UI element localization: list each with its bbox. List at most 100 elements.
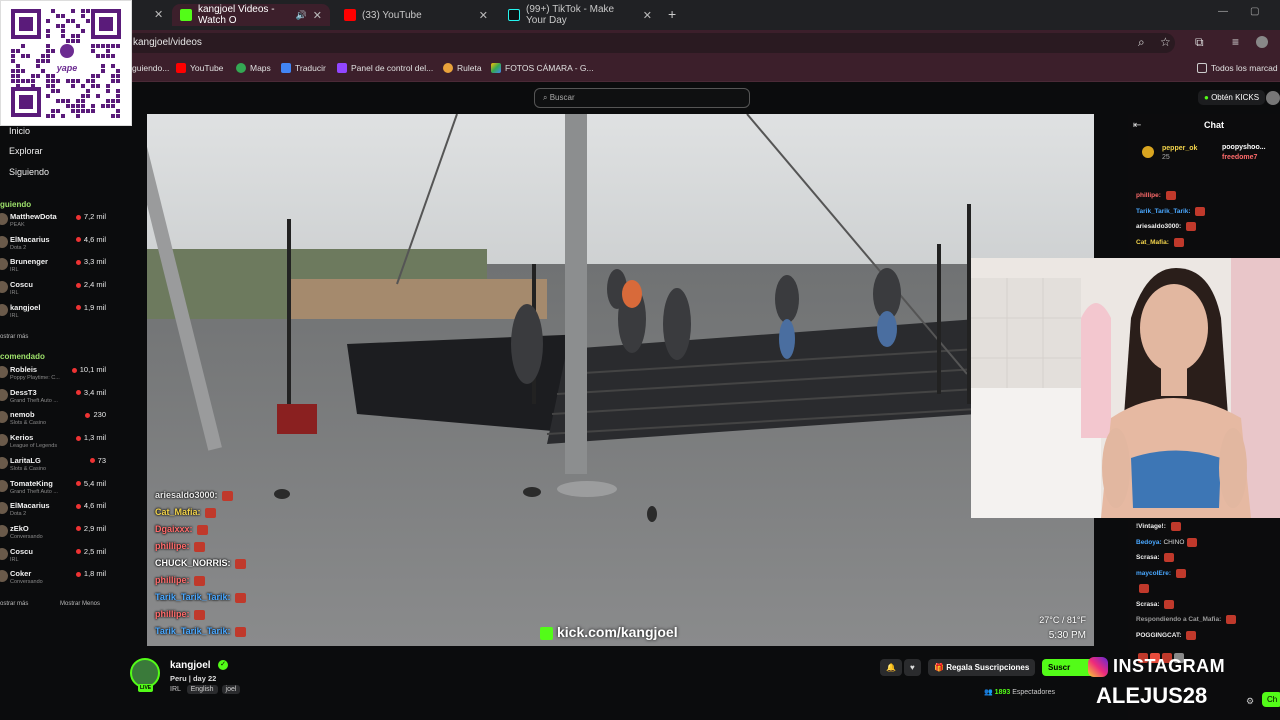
- sidebar-channel-laritalg[interactable]: LaritaLG Slots & Casino 73: [0, 455, 108, 477]
- channel-category: IRL: [10, 312, 19, 319]
- channel-name: Coker: [10, 569, 32, 579]
- channel-viewers: 2,5 mil: [76, 547, 106, 556]
- bookmark-item[interactable]: Ruleta: [443, 63, 482, 73]
- tab-tiktok[interactable]: (99+) TikTok - Make Your Day ✕: [500, 4, 660, 26]
- url-field[interactable]: kangjoel/videos: [125, 33, 1175, 53]
- bookmark-item[interactable]: Panel de control del...: [337, 63, 433, 73]
- bookmark-item[interactable]: guiendo...: [132, 63, 169, 73]
- channel-category: PEAK: [10, 222, 25, 228]
- media-control-icon[interactable]: ≡: [1232, 35, 1239, 49]
- maximize-icon[interactable]: ▢: [1250, 6, 1259, 17]
- chat-username[interactable]: phillipe:: [1136, 192, 1161, 199]
- emote-icon: [1164, 599, 1175, 609]
- speaker-icon[interactable]: 🔊: [296, 10, 307, 21]
- channel-viewers: 3,3 mil: [76, 257, 106, 266]
- chat-username[interactable]: Scrasa:: [1136, 554, 1160, 561]
- show-more-following[interactable]: ostrar más: [0, 334, 28, 340]
- sidebar-channel-brunenger[interactable]: Brunenger IRL 3,3 mil: [0, 256, 108, 278]
- sidebar-channel-robleis[interactable]: Robleis Poppy Playtime: C... 10,1 mil: [0, 364, 108, 386]
- chat-text: CHINO: [1163, 538, 1185, 546]
- instagram-promo-overlay: INSTAGRAM ALEJUS28: [1088, 656, 1244, 712]
- show-less-link[interactable]: Mostrar Menos: [60, 601, 100, 607]
- show-more-recommended[interactable]: ostrar más: [0, 601, 28, 607]
- youtube-icon: [344, 9, 356, 21]
- sidebar-channel-desst3[interactable]: DessT3 Grand Theft Auto ... 3,4 mil: [0, 387, 108, 409]
- tag-custom[interactable]: joel: [221, 685, 241, 694]
- tab-youtube[interactable]: (33) YouTube ✕: [336, 4, 496, 26]
- profile-avatar-icon[interactable]: [1256, 36, 1268, 48]
- sidebar-channel-kerios[interactable]: Kerios League of Legends 1,3 mil: [0, 432, 108, 454]
- chat-username[interactable]: maycolEre:: [1136, 570, 1171, 577]
- chat-username[interactable]: !Vintage!:: [1136, 523, 1166, 530]
- bookmark-item[interactable]: YouTube: [176, 63, 223, 73]
- following-heading: guiendo: [0, 200, 32, 209]
- close-tab-icon[interactable]: ✕: [154, 8, 163, 21]
- video-player[interactable]: ariesaldo3000: Cat_Mafia: Dgaixxx: phillipe…: [147, 114, 1094, 646]
- chat-username[interactable]: POGGINGCAT:: [1136, 632, 1181, 639]
- sidebar-channel-nemob[interactable]: nemob Slots & Casino 230: [0, 409, 108, 431]
- collapse-chat-icon[interactable]: ⇤: [1133, 120, 1141, 131]
- emote-icon: [221, 490, 233, 501]
- instagram-label: INSTAGRAM: [1113, 656, 1226, 676]
- sidebar-channel-coscu[interactable]: Coscu IRL 2,5 mil: [0, 546, 108, 568]
- emote-icon: [234, 592, 246, 603]
- new-tab-icon[interactable]: +: [668, 6, 676, 22]
- extensions-icon[interactable]: ⧉: [1195, 35, 1204, 50]
- channel-avatar: [0, 258, 8, 271]
- close-tab-icon[interactable]: ✕: [643, 9, 652, 22]
- bell-icon: 🔔: [886, 663, 896, 672]
- search-input[interactable]: ⌕ Buscar: [534, 88, 750, 108]
- nav-explorar[interactable]: Explorar: [9, 146, 43, 156]
- search-icon: ⌕: [543, 93, 548, 102]
- overlay-chat-message: Tarik_Tarik_Tarik:: [155, 626, 246, 637]
- close-tab-icon[interactable]: ✕: [479, 9, 488, 22]
- chat-username[interactable]: Respondiendo a Cat_Mafia:: [1136, 616, 1221, 623]
- channel-viewers: 4,6 mil: [76, 501, 106, 510]
- channel-viewers: 10,1 mil: [72, 365, 106, 374]
- bookmark-star-icon[interactable]: ☆: [1160, 35, 1171, 49]
- sidebar-channel-zeko[interactable]: zEkO Conversando 2,9 mil: [0, 523, 108, 545]
- emote-icon: [1164, 553, 1175, 562]
- tag-category[interactable]: IRL: [170, 686, 181, 693]
- recommended-heading: comendado: [0, 352, 45, 361]
- gift-subs-button[interactable]: 🎁 Regala Suscripciones: [928, 659, 1036, 676]
- bookmark-item[interactable]: Maps: [236, 63, 271, 73]
- tab-kick[interactable]: kangjoel Videos - Watch O 🔊 ✕: [172, 4, 330, 26]
- sidebar-channel-coscu[interactable]: Coscu IRL 2,4 mil: [0, 279, 108, 301]
- chat-send-button[interactable]: Ch: [1262, 692, 1280, 707]
- channel-avatar: [0, 281, 8, 294]
- close-tab-icon[interactable]: ✕: [313, 9, 322, 22]
- viewer-number: 1893: [994, 689, 1011, 696]
- sidebar-channel-elmacarius[interactable]: ElMacarius Dota 2 4,6 mil: [0, 234, 108, 256]
- chat-settings-icon[interactable]: ⚙: [1246, 696, 1254, 707]
- overlay-chat-message: ariesaldo3000:: [155, 490, 233, 501]
- nav-siguiendo[interactable]: Siguiendo: [9, 167, 49, 177]
- tag-language[interactable]: English: [186, 685, 218, 694]
- all-bookmarks[interactable]: Todos los marcad: [1197, 63, 1278, 73]
- follow-heart-button[interactable]: ♥: [904, 659, 921, 676]
- maps-icon: [236, 63, 246, 73]
- sidebar-channel-kangjoel[interactable]: kangjoel IRL 1,9 mil: [0, 302, 108, 324]
- streamer-name[interactable]: kangjoel: [170, 660, 211, 671]
- chat-username[interactable]: ariesaldo3000:: [1136, 223, 1181, 230]
- notification-bell-button[interactable]: 🔔: [880, 659, 902, 676]
- nav-inicio[interactable]: Inicio: [9, 126, 30, 136]
- user-avatar[interactable]: [1266, 91, 1280, 105]
- sidebar-channel-tomateking[interactable]: TomateKing Grand Theft Auto ... 5,4 mil: [0, 478, 108, 500]
- translate-icon: [281, 63, 291, 73]
- bookmark-label: guiendo...: [132, 63, 170, 73]
- sidebar-channel-elmacarius[interactable]: ElMacarius Dota 2 4,6 mil: [0, 500, 108, 522]
- chat-username[interactable]: Bedoya:: [1136, 539, 1162, 546]
- sidebar-channel-matthewdota[interactable]: MatthewDota PEAK 7,2 mil: [0, 211, 108, 233]
- chat-username[interactable]: Tarik_Tarik_Tarik:: [1136, 208, 1191, 215]
- chat-username[interactable]: Scrasa:: [1136, 601, 1160, 608]
- channel-category: IRL: [10, 267, 19, 274]
- zoom-icon[interactable]: ⌕: [1138, 35, 1145, 50]
- get-kicks-button[interactable]: ● Obtén KICKS: [1198, 90, 1266, 105]
- bookmark-item[interactable]: Traducir: [281, 63, 326, 73]
- sidebar-channel-coker[interactable]: Coker Conversando 1,8 mil: [0, 568, 108, 590]
- bookmark-item[interactable]: FOTOS CÁMARA - G...: [491, 63, 594, 73]
- minimize-icon[interactable]: —: [1218, 6, 1228, 17]
- chat-username[interactable]: Cat_Mafia:: [1136, 239, 1169, 246]
- channel-name: kangjoel: [10, 302, 41, 312]
